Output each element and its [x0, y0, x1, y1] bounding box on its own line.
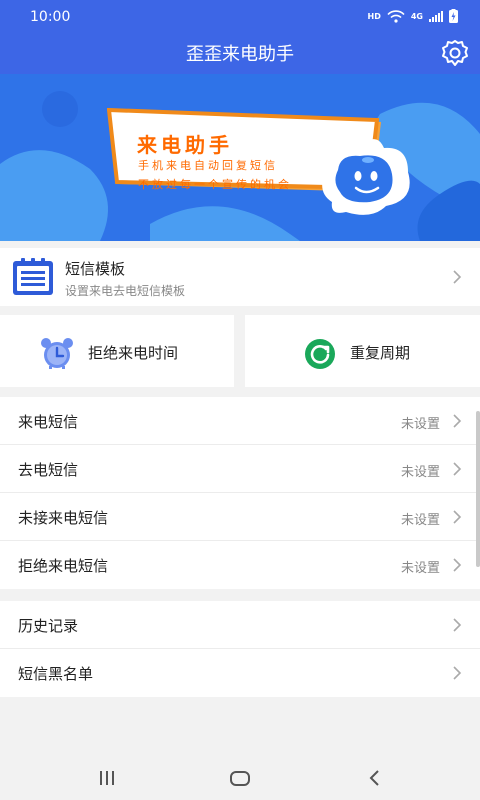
row-value: 未设置 — [400, 465, 440, 480]
template-title: 短信模板 — [65, 260, 126, 278]
chevron-right-icon — [453, 618, 462, 632]
row-value: 未设置 — [400, 513, 440, 528]
refresh-icon — [305, 339, 335, 369]
back-icon[interactable] — [363, 766, 387, 790]
row-label: 短信黑名单 — [18, 665, 94, 683]
alarm-clock-icon — [41, 338, 73, 369]
chevron-right-icon — [453, 510, 462, 524]
battery-icon — [449, 9, 458, 23]
reject-call-time-label: 拒绝来电时间 — [88, 344, 179, 362]
wifi-icon — [387, 9, 405, 23]
system-nav-bar — [0, 756, 480, 800]
clipboard-list-icon — [13, 258, 53, 295]
chevron-right-icon — [453, 270, 462, 284]
reject-call-time-button[interactable]: 拒绝来电时间 — [0, 315, 234, 387]
row-label: 历史记录 — [18, 617, 79, 635]
list-item[interactable]: 拒绝来电短信 未设置 — [0, 541, 480, 589]
row-label: 未接来电短信 — [18, 509, 109, 527]
row-label: 来电短信 — [18, 413, 79, 431]
chevron-right-icon — [453, 462, 462, 476]
app-bar: 歪歪来电助手 — [0, 34, 480, 74]
recent-apps-icon[interactable] — [95, 766, 119, 790]
home-icon[interactable] — [228, 766, 252, 790]
status-time: 10:00 — [30, 9, 71, 25]
row-value: 未设置 — [400, 417, 440, 432]
template-subtitle: 设置来电去电短信模板 — [65, 284, 186, 298]
chevron-right-icon — [453, 558, 462, 572]
chevron-right-icon — [453, 414, 462, 428]
scrollbar[interactable] — [476, 411, 480, 567]
chevron-right-icon — [453, 666, 462, 680]
repeat-cycle-button[interactable]: 重复周期 — [245, 315, 480, 387]
list-item[interactable]: 来电短信 未设置 — [0, 397, 480, 445]
list-item[interactable]: 短信黑名单 — [0, 649, 480, 697]
signal-icon — [429, 10, 443, 22]
mascot-icon — [322, 139, 410, 215]
banner-title: 来电助手 — [137, 133, 233, 157]
row-value: 未设置 — [400, 561, 440, 576]
sms-settings-list: 来电短信 未设置 去电短信 未设置 未接来电短信 未设置 拒绝来电短信 未设置 — [0, 397, 480, 589]
repeat-cycle-label: 重复周期 — [350, 344, 411, 362]
banner-slogan-2: 不放过每一个宣传的机会 — [138, 178, 292, 191]
network-type: 4G — [410, 11, 423, 21]
gear-icon[interactable] — [440, 38, 470, 68]
hd-indicator: HD — [367, 11, 381, 21]
row-label: 去电短信 — [18, 461, 79, 479]
status-bar: 10:00 HD 4G — [0, 0, 480, 34]
other-settings-list: 历史记录 短信黑名单 — [0, 601, 480, 697]
sms-template-card[interactable]: 短信模板 设置来电去电短信模板 — [0, 248, 480, 306]
status-icons: HD 4G — [368, 9, 458, 23]
page-title: 歪歪来电助手 — [186, 44, 294, 65]
list-item[interactable]: 去电短信 未设置 — [0, 445, 480, 493]
list-item[interactable]: 未接来电短信 未设置 — [0, 493, 480, 541]
list-item[interactable]: 历史记录 — [0, 601, 480, 649]
row-label: 拒绝来电短信 — [18, 557, 109, 575]
banner-slogan-1: 手机来电自动回复短信 — [138, 159, 278, 172]
